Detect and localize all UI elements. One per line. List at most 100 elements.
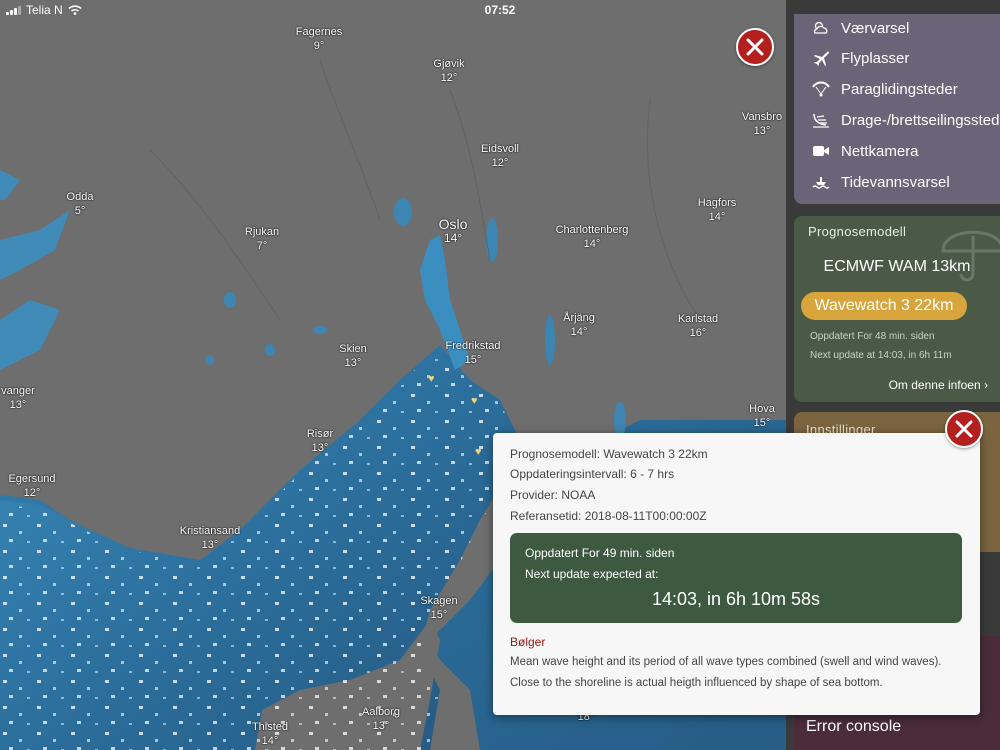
city-name: Charlottenberg <box>555 224 629 236</box>
city-temperature: 9° <box>313 40 325 52</box>
city-label[interactable]: Hagfors 14° <box>698 196 737 224</box>
city-temperature: 15° <box>464 354 482 366</box>
layer-menu: Værvarsel Flyplasser Paraglidingsteder D… <box>794 14 1000 204</box>
sun-cloud-icon <box>812 19 830 37</box>
city-name: Årjäng <box>563 312 595 324</box>
city-label[interactable]: Egersund 12° <box>8 472 55 500</box>
city-name: Egersund <box>8 473 56 485</box>
update-status-box: Oppdatert For 49 min. siden Next update … <box>510 533 962 623</box>
city-name: Hagfors <box>697 197 737 209</box>
city-temperature: 14° <box>570 326 588 338</box>
close-icon <box>746 38 764 56</box>
popup-reference-time: Referansetid: 2018-08-11T00:00:00Z <box>510 509 707 523</box>
city-name: Eidsvoll <box>481 143 519 155</box>
popup-next-label: Next update expected at: <box>525 567 659 581</box>
city-temperature: 7° <box>256 240 268 252</box>
city-label[interactable]: Årjäng 14° <box>563 311 595 339</box>
city-temperature: 13° <box>344 357 362 369</box>
city-label[interactable]: Fagernes 9° <box>296 25 342 53</box>
model-card-header: Prognosemodell <box>808 224 907 239</box>
city-label[interactable]: Charlottenberg 14° <box>556 223 629 251</box>
city-label[interactable]: Fredrikstad 15° <box>445 339 500 367</box>
city-label[interactable]: Risør 13° <box>307 427 333 455</box>
city-label[interactable]: Vansbro 13° <box>742 110 782 138</box>
menu-item-dragesteder[interactable]: Drage-/brettseilingssted <box>812 109 999 131</box>
paraglider-icon <box>812 80 830 98</box>
city-name: Gjøvik <box>433 58 465 70</box>
city-name: Kristiansand <box>179 525 241 537</box>
city-name: vanger <box>1 385 35 397</box>
menu-item-tidevannsvarsel[interactable]: Tidevannsvarsel <box>812 171 950 193</box>
tide-icon <box>812 173 830 191</box>
kite-icon <box>812 111 830 129</box>
city-name: Karlstad <box>677 313 719 325</box>
city-name: Fredrikstad <box>445 340 501 352</box>
city-temperature: 14° <box>708 211 726 223</box>
popup-description-1: Mean wave height and its period of all w… <box>510 656 942 668</box>
error-console-label: Error console <box>806 718 902 735</box>
model-info-popup: Prognosemodell: Wavewatch 3 22km Oppdate… <box>493 433 980 715</box>
model-option-ecmwf[interactable]: ECMWF WAM 13km <box>794 258 1000 276</box>
city-name: Hova <box>749 403 775 415</box>
city-name: Thisted <box>251 721 289 733</box>
menu-item-nettkamera[interactable]: Nettkamera <box>812 140 919 162</box>
close-button-popup[interactable] <box>945 410 983 448</box>
city-temperature: 12° <box>440 72 458 84</box>
menu-item-vaervarsel[interactable]: Værvarsel <box>812 17 909 39</box>
model-option-wavewatch-selected[interactable]: Wavewatch 3 22km <box>801 292 967 320</box>
city-temperature: 16° <box>689 327 707 339</box>
city-temperature: 14° <box>443 231 463 245</box>
close-button-menu[interactable] <box>736 28 774 66</box>
city-label[interactable]: Odda 5° <box>67 190 94 218</box>
menu-item-paraglidingsteder[interactable]: Paraglidingsteder <box>812 78 958 100</box>
city-temperature: 13° <box>9 399 27 411</box>
city-label[interactable]: Eidsvoll 12° <box>481 142 519 170</box>
city-name: Skagen <box>420 595 458 607</box>
paraglider-marker[interactable]: ♥ <box>471 396 478 407</box>
popup-description-2: Close to the shoreline is actual heigth … <box>510 677 883 689</box>
city-label[interactable]: Skagen 15° <box>420 594 457 622</box>
about-info-link[interactable]: Om denne infoen › <box>889 378 988 392</box>
city-name: Vansbro <box>741 111 783 123</box>
forecast-model-card: Prognosemodell ECMWF WAM 13km Wavewatch … <box>794 216 1000 402</box>
city-temperature: 12° <box>23 487 41 499</box>
popup-countdown: 14:03, in 6h 10m 58s <box>651 589 821 609</box>
city-temperature: 14° <box>261 735 279 747</box>
city-label[interactable]: Gjøvik 12° <box>433 57 464 85</box>
city-label[interactable]: Kristiansand 13° <box>180 524 241 552</box>
city-name: Aalborg <box>362 706 400 718</box>
city-name: Skien <box>339 343 367 355</box>
city-name: Rjukan <box>244 226 280 238</box>
city-label[interactable]: Hova 15° <box>749 402 775 430</box>
city-label[interactable]: Aalborg 13° <box>362 705 400 733</box>
city-name: Odda <box>66 191 94 203</box>
city-temperature: 13° <box>201 539 219 551</box>
city-name: Risør <box>306 428 334 440</box>
model-next-update-text: Next update at 14:03, in 6h 11m <box>810 350 952 361</box>
menu-item-flyplasser[interactable]: Flyplasser <box>812 47 909 69</box>
video-camera-icon <box>812 142 830 160</box>
city-temperature: 13° <box>372 720 390 732</box>
city-name: Fagernes <box>295 26 343 38</box>
city-temperature: 13° <box>311 442 329 454</box>
airplane-icon <box>812 49 830 67</box>
close-icon <box>955 420 973 438</box>
popup-model: Prognosemodell: Wavewatch 3 22km <box>510 447 708 461</box>
city-temperature: 12° <box>491 157 509 169</box>
city-label[interactable]: Oslo 14° <box>439 217 468 245</box>
paraglider-marker[interactable]: ♥ <box>428 374 435 385</box>
city-label[interactable]: Skien 13° <box>339 342 367 370</box>
popup-updated: Oppdatert For 49 min. siden <box>525 546 675 560</box>
popup-provider: Provider: NOAA <box>510 488 596 502</box>
city-temperature: 5° <box>74 205 86 217</box>
city-name: Oslo <box>438 216 468 232</box>
paraglider-marker[interactable]: ♥ <box>475 447 482 458</box>
city-temperature: 14° <box>583 238 601 250</box>
city-label[interactable]: Thisted 14° <box>252 720 288 748</box>
city-label[interactable]: Karlstad 16° <box>678 312 718 340</box>
model-updated-text: Oppdatert For 48 min. siden <box>810 331 935 342</box>
city-label[interactable]: Rjukan 7° <box>245 225 279 253</box>
city-label[interactable]: vanger 13° <box>1 384 35 412</box>
popup-section-title: Bølger <box>510 635 546 649</box>
popup-interval: Oppdateringsintervall: 6 - 7 hrs <box>510 467 675 481</box>
